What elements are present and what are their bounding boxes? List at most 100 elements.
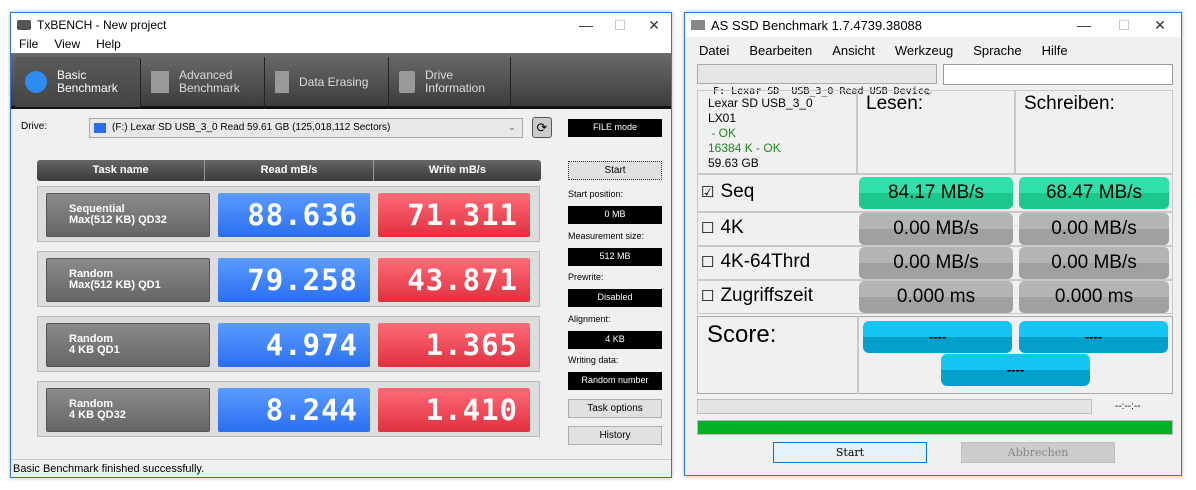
col-read: Read mB/s <box>205 160 374 181</box>
menu-ansicht[interactable]: Ansicht <box>824 41 883 61</box>
setting-label: Writing data: <box>568 355 619 365</box>
drive-size: 59.63 GB <box>708 156 759 170</box>
seq-write-value: 68.47 MB/s <box>1019 177 1169 209</box>
stopwatch-icon <box>25 71 47 93</box>
tab-label: Benchmark <box>57 81 118 95</box>
path-input[interactable] <box>943 64 1173 85</box>
col-task-name: Task name <box>37 160 206 181</box>
bar-chart-icon <box>151 71 169 93</box>
seq-checkbox[interactable]: ☑ Seq <box>701 181 754 203</box>
4k-write-value: 0.00 MB/s <box>1019 213 1169 245</box>
read-value: 79.258 <box>218 258 370 302</box>
setting-label: Alignment: <box>568 314 611 324</box>
close-button[interactable]: ✕ <box>637 13 671 37</box>
tab-label: Data Erasing <box>299 74 369 89</box>
task-button[interactable]: Random Max(512 KB) QD1 <box>46 258 210 302</box>
row-label: 4K-64Thrd <box>720 251 811 272</box>
table-row: Random Max(512 KB) QD1 79.258 43.871 <box>37 251 540 307</box>
access-time-checkbox[interactable]: ☐ Zugriffszeit <box>701 285 813 307</box>
overall-progress-bar <box>697 420 1173 435</box>
write-header-cell: Schreiben: <box>1015 90 1173 174</box>
write-header: Schreiben: <box>1024 93 1115 114</box>
drive-info: Lexar SD USB_3_0 LX01 - OK 16384 K - OK … <box>697 90 857 174</box>
4k64-write-value: 0.00 MB/s <box>1019 247 1169 279</box>
table-row: Random 4 KB QD32 8.244 1.410 <box>37 381 540 437</box>
start-button[interactable]: Start <box>773 442 927 463</box>
window-title: AS SSD Benchmark 1.7.4739.38088 <box>711 17 923 33</box>
writing-data-value: Random number <box>568 372 662 390</box>
tab-drive-information[interactable]: Drive Information <box>389 57 511 107</box>
menu-bearbeiten[interactable]: Bearbeiten <box>741 41 820 61</box>
setting-label: Start position: <box>568 189 624 199</box>
row-label: Zugriffszeit <box>720 285 814 306</box>
read-value: 4.974 <box>218 323 370 367</box>
drive-select[interactable]: (F:) Lexar SD USB_3_0 Read 59.61 GB (125… <box>89 118 523 138</box>
task-detail: Max(512 KB) QD1 <box>69 279 161 291</box>
menu-view[interactable]: View <box>46 37 88 53</box>
menu-werkzeug[interactable]: Werkzeug <box>887 41 961 61</box>
checkbox-checked-icon: ☑ <box>701 184 715 201</box>
test-progress-bar <box>697 399 1092 414</box>
cancel-button[interactable]: Abbrechen <box>961 442 1115 463</box>
drive-info-icon <box>399 71 415 93</box>
score-write: ---- <box>1019 321 1168 353</box>
checkbox-icon: ☐ <box>701 254 715 271</box>
4k-read-value: 0.00 MB/s <box>859 213 1013 245</box>
eraser-icon <box>275 71 289 93</box>
drive-firmware: LX01 <box>708 111 737 125</box>
write-value: 1.365 <box>378 323 530 367</box>
write-value: 71.311 <box>378 193 530 237</box>
setting-label: Prewrite: <box>568 272 604 282</box>
tab-label: Benchmark <box>179 81 240 95</box>
write-value: 1.410 <box>378 388 530 432</box>
main-toolbar: Basic Benchmark Advanced Benchmark Data Er… <box>11 53 671 109</box>
tab-data-erasing[interactable]: Data Erasing <box>265 57 389 107</box>
menu-help[interactable]: Help <box>88 37 129 53</box>
prewrite-value: Disabled <box>568 289 662 307</box>
tab-advanced-benchmark[interactable]: Advanced Benchmark <box>141 57 265 107</box>
start-button[interactable]: Start <box>568 161 662 180</box>
task-options-button[interactable]: Task options <box>568 399 662 418</box>
setting-label: Measurement size: <box>568 231 645 241</box>
minimize-button[interactable]: — <box>1067 13 1101 37</box>
close-button[interactable]: ✕ <box>1143 13 1177 37</box>
status-bar: Basic Benchmark finished successfully. <box>11 459 671 478</box>
tab-basic-benchmark[interactable]: Basic Benchmark <box>15 57 141 107</box>
4k64-read-value: 0.00 MB/s <box>859 247 1013 279</box>
read-header-cell: Lesen: <box>857 90 1015 174</box>
read-value: 8.244 <box>218 388 370 432</box>
task-button[interactable]: Random 4 KB QD1 <box>46 323 210 367</box>
minimize-button[interactable]: — <box>569 13 603 37</box>
menu-datei[interactable]: Datei <box>691 41 737 61</box>
drive-value: (F:) Lexar SD USB_3_0 Read 59.61 GB (125… <box>112 122 391 133</box>
4k-checkbox[interactable]: ☐ 4K <box>701 217 744 239</box>
maximize-button[interactable]: ☐ <box>603 13 637 37</box>
menu-file[interactable]: File <box>11 37 46 53</box>
read-header: Lesen: <box>866 93 924 114</box>
maximize-button[interactable]: ☐ <box>1107 13 1141 37</box>
task-detail: 4 KB QD1 <box>69 344 120 356</box>
driver-status: - OK <box>708 126 737 140</box>
score-read: ---- <box>863 321 1012 353</box>
window-title: TxBENCH - New project <box>37 18 167 32</box>
access-read-value: 0.000 ms <box>859 281 1013 313</box>
score-label: Score: <box>707 321 777 348</box>
task-button[interactable]: Random 4 KB QD32 <box>46 388 210 432</box>
alignment-status: 16384 K - OK <box>708 141 781 155</box>
4k64-checkbox[interactable]: ☐ 4K-64Thrd <box>701 251 810 273</box>
refresh-button[interactable]: ⟳ <box>532 117 552 138</box>
read-value: 88.636 <box>218 193 370 237</box>
measurement-size-value: 512 MB <box>568 248 662 266</box>
menu-sprache[interactable]: Sprache <box>965 41 1029 61</box>
device-select[interactable]: F: Lexar SD USB_3_0 Read USB Device ⌄ <box>697 64 937 97</box>
drive-label: Drive: <box>21 121 48 132</box>
table-row: Sequential Max(512 KB) QD32 88.636 71.311 <box>37 186 540 242</box>
score-total: ---- <box>941 354 1090 386</box>
history-button[interactable]: History <box>568 426 662 445</box>
write-value: 43.871 <box>378 258 530 302</box>
menu-hilfe[interactable]: Hilfe <box>1034 41 1076 61</box>
seq-read-value: 84.17 MB/s <box>859 177 1013 209</box>
asssd-window: AS SSD Benchmark 1.7.4739.38088 — ☐ ✕ Da… <box>684 12 1182 476</box>
txbench-window: TxBENCH - New project — ☐ ✕ File View He… <box>10 12 672 478</box>
task-button[interactable]: Sequential Max(512 KB) QD32 <box>46 193 210 237</box>
